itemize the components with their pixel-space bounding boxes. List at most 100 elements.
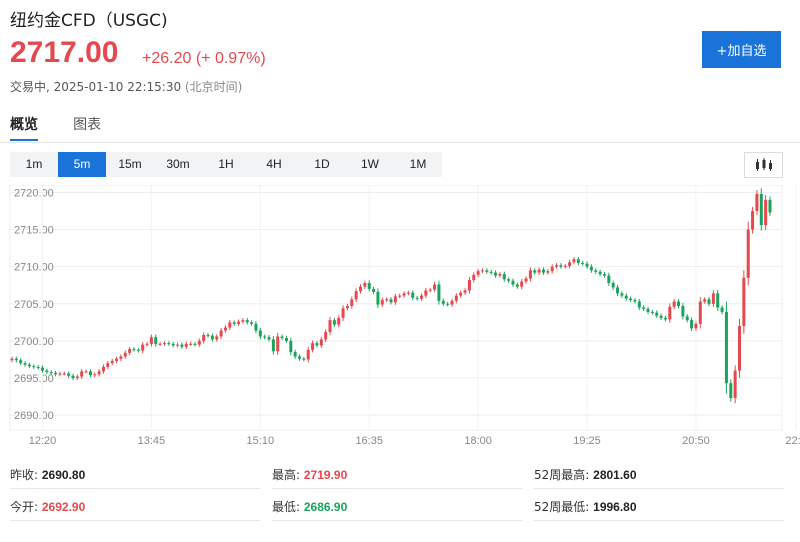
interval-30m[interactable]: 30m (154, 152, 202, 177)
stat-value: 2692.90 (41, 500, 86, 514)
candle-body (607, 275, 611, 283)
stat-52w-low: 52周最低: 1996.80 (534, 498, 637, 515)
stats-row: 昨收: 2690.80 最高: 2719.90 52周最高: 2801.60 (0, 458, 800, 484)
candle-body (110, 360, 114, 364)
tab-chart[interactable]: 图表 (73, 114, 101, 139)
candle-body (642, 307, 646, 309)
candle-body (459, 292, 463, 296)
candle-body (428, 289, 432, 291)
candle-body (263, 336, 267, 338)
candle-body (189, 343, 193, 345)
stats-divider (10, 520, 260, 521)
interval-1m[interactable]: 1m (10, 152, 58, 177)
interval-1h[interactable]: 1H (202, 152, 250, 177)
candle-body (515, 284, 519, 287)
y-tick-label: 2715.00 (14, 225, 54, 237)
candle-body (354, 291, 358, 300)
stat-high: 最高: 2719.90 (272, 466, 347, 483)
candle-body (45, 370, 49, 373)
interval-1d[interactable]: 1D (298, 152, 346, 177)
candle-body (298, 356, 302, 359)
candle-body (520, 281, 524, 287)
candle-body (350, 299, 354, 307)
candle-body (32, 366, 36, 368)
x-tick-label: 13:45 (138, 435, 166, 447)
candle-body (171, 343, 175, 346)
candle-body (311, 343, 315, 350)
x-tick-label: 18:00 (464, 435, 492, 447)
candle-body (537, 269, 541, 273)
add-to-watchlist-button[interactable]: +加自选 (702, 31, 781, 68)
candle-body (764, 199, 768, 226)
candle-body (568, 262, 572, 266)
stat-value: 2719.90 (303, 468, 348, 482)
candle-body (393, 296, 397, 303)
candle-body (136, 349, 140, 351)
stats-row: 今开: 2692.90 最低: 2686.90 52周最低: 1996.80 (0, 490, 800, 516)
candle-body (180, 344, 184, 347)
stats-divider (534, 488, 784, 489)
candle-body (650, 311, 654, 313)
candle-body (154, 337, 158, 344)
candle-body (359, 286, 363, 292)
candle-body (158, 343, 162, 345)
candle-body (415, 297, 419, 299)
interval-1w[interactable]: 1W (346, 152, 394, 177)
chart-type-toggle[interactable] (744, 152, 783, 178)
candle-body (755, 193, 759, 211)
candle-body (71, 375, 75, 379)
candle-body (738, 326, 742, 371)
stat-open: 今开: 2692.90 (10, 498, 85, 515)
stats-divider (272, 488, 522, 489)
interval-4h[interactable]: 4H (250, 152, 298, 177)
candle-body (550, 266, 554, 272)
candle-body (498, 274, 502, 276)
candle-body (75, 376, 79, 379)
candle-body (677, 301, 681, 307)
candle-body (206, 334, 210, 336)
interval-1mo[interactable]: 1M (394, 152, 442, 177)
candle-body (759, 193, 763, 226)
candle-body (703, 299, 707, 302)
candle-body (733, 370, 737, 399)
candle-body (341, 308, 345, 318)
candle-body (528, 270, 532, 279)
stats-divider (10, 488, 260, 489)
candle-body (193, 343, 197, 345)
tab-overview[interactable]: 概览 (10, 114, 38, 141)
candle-body (463, 290, 467, 293)
candle-body (88, 371, 92, 376)
candle-body (716, 293, 720, 308)
candle-body (663, 317, 667, 320)
candle-body (167, 343, 171, 345)
candle-body (284, 337, 288, 341)
candlestick-icon (755, 158, 772, 171)
candle-body (450, 300, 454, 305)
candle-body (620, 293, 624, 296)
candle-body (724, 311, 728, 384)
candle-body (729, 383, 733, 399)
candle-body (685, 316, 689, 321)
candle-body (707, 299, 711, 304)
candle-body (27, 364, 31, 367)
candle-body (611, 283, 615, 288)
candlestick-chart: 2690.00 2695.00 2700.00 2705.00 2710.00 2715.… (9, 185, 800, 447)
interval-15m[interactable]: 15m (106, 152, 154, 177)
candle-body (128, 349, 132, 353)
candle-body (476, 271, 480, 275)
candle-body (563, 265, 567, 267)
candle-body (328, 320, 332, 332)
candle-body (437, 284, 441, 301)
stat-label: 52周最高: (534, 468, 590, 482)
candle-body (472, 274, 476, 281)
candle-body (162, 343, 166, 345)
candle-body (276, 336, 280, 352)
candle-body (302, 358, 306, 360)
interval-5m[interactable]: 5m (58, 152, 106, 177)
candle-body (210, 335, 214, 340)
candle-body (228, 322, 232, 328)
candle-body (446, 303, 450, 305)
candle-body (589, 266, 593, 271)
stat-value: 2686.90 (303, 500, 348, 514)
stats-divider (534, 520, 784, 521)
